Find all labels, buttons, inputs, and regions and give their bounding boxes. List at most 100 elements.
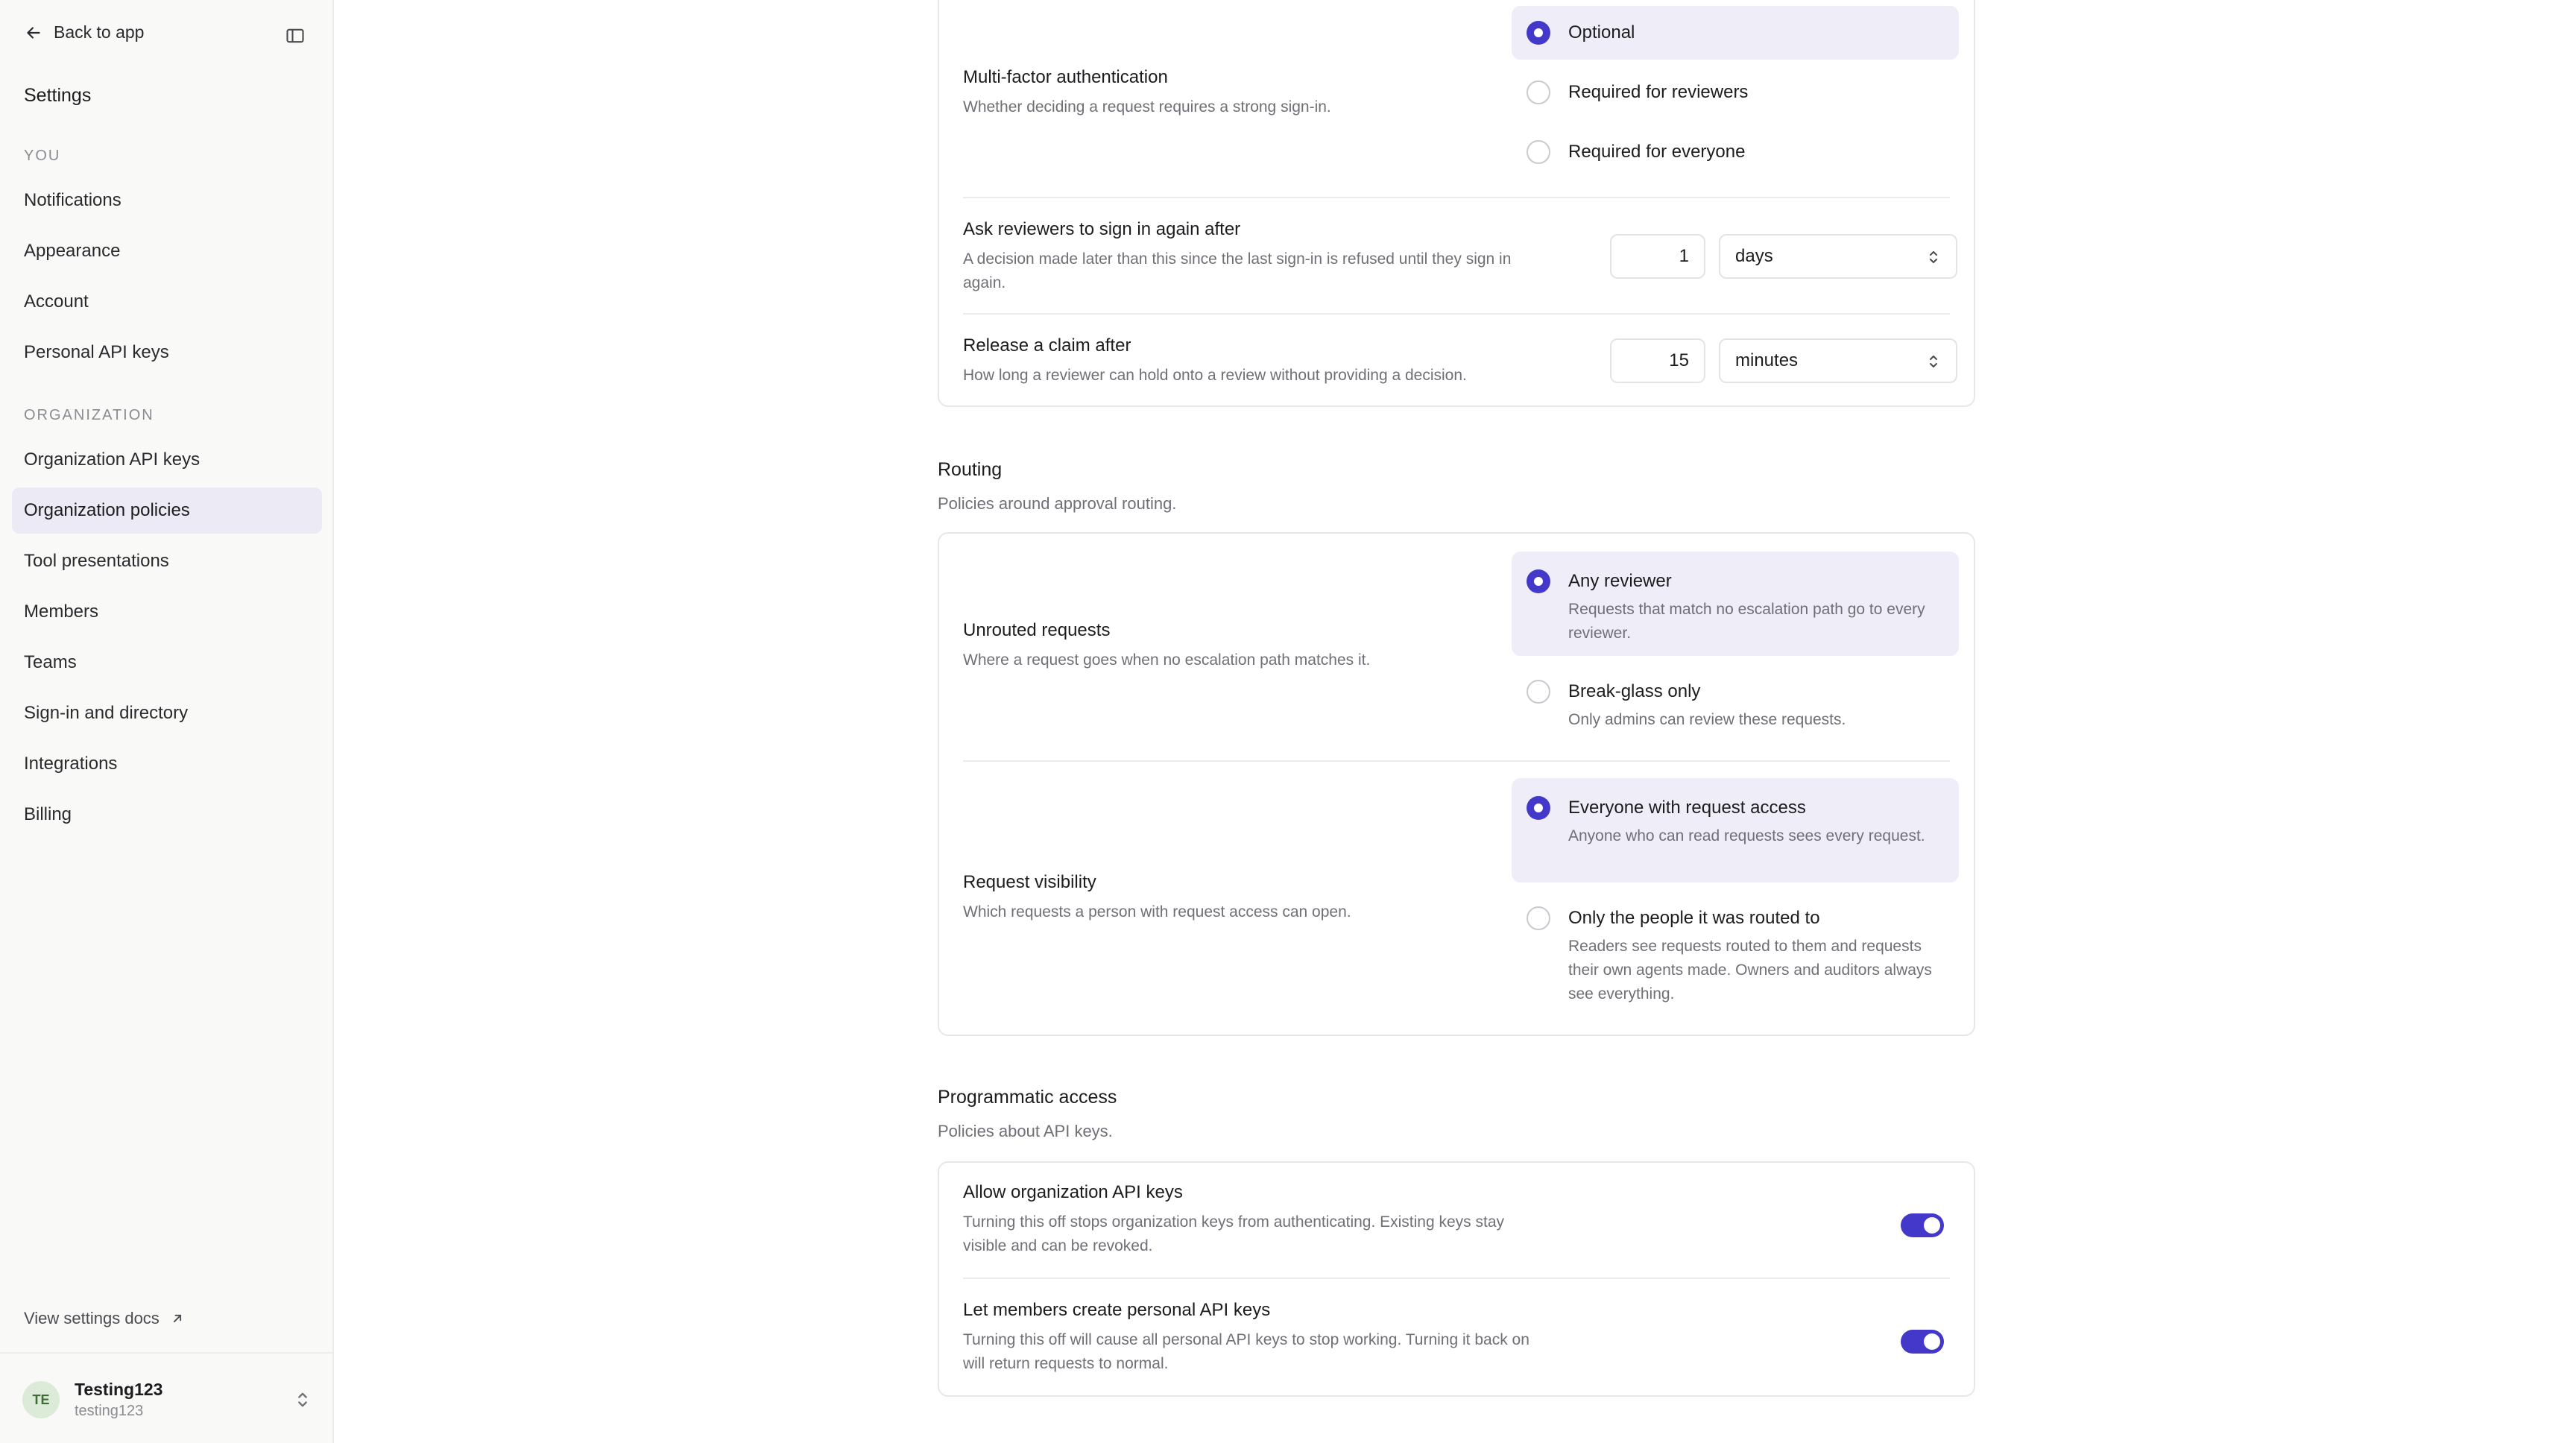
sidebar-divider [0,1352,332,1354]
routing-title: Routing [938,459,1003,480]
authentication-card: Multi-factor authentication Whether deci… [938,0,1975,407]
routing-card: Unrouted requests Where a request goes w… [938,532,1975,1036]
sidebar-item-label: Notifications [24,190,121,210]
sidebar-item-label: Tool presentations [24,551,169,571]
sidebar-item-tool-presentations[interactable]: Tool presentations [12,538,322,584]
programmatic-header: Programmatic access Policies about API k… [938,1087,1117,1141]
reauth-desc: A decision made later than this since th… [963,250,1512,291]
user-menu[interactable]: TE Testing123 testing123 [22,1376,313,1424]
user-handle: testing123 [75,1403,144,1419]
radio-selected [1527,796,1550,820]
org-keys-row: Allow organization API keys Turning this… [963,1182,1950,1258]
view-settings-docs-link[interactable]: View settings docs [24,1309,185,1328]
section-label-organization: ORGANIZATION [24,407,154,423]
reauth-unit-select[interactable]: days [1719,234,1957,279]
claim-desc: How long a reviewer can hold onto a revi… [963,367,1467,384]
unrouted-option-break-glass[interactable]: Break-glass only Only admins can review … [1512,662,1959,744]
programmatic-title: Programmatic access [938,1087,1117,1108]
radio-unselected [1527,80,1550,104]
row-divider [963,760,1950,762]
visibility-option-routed-only[interactable]: Only the people it was routed to Readers… [1512,888,1959,1023]
option-label: Required for reviewers [1568,82,1749,102]
policies-main: Multi-factor authentication Whether deci… [335,0,2576,1443]
radio-selected [1527,21,1550,45]
option-label: Break-glass only [1568,681,1701,701]
sidebar-item-label: Personal API keys [24,342,169,362]
org-keys-label: Allow organization API keys [963,1182,1183,1202]
select-value: minutes [1735,350,1799,370]
sidebar-item-label: Members [24,601,99,622]
sidebar-item-label: Organization policies [24,500,190,520]
sidebar-item-organization-policies[interactable]: Organization policies [12,487,322,534]
option-label: Only the people it was routed to [1568,908,1820,928]
row-divider [963,1278,1950,1279]
option-label: Any reviewer [1568,571,1672,591]
sidebar-item-appearance[interactable]: Appearance [12,228,322,274]
sidebar-item-organization-api-keys[interactable]: Organization API keys [12,437,322,483]
unrouted-option-any-reviewer[interactable]: Any reviewer Requests that match no esca… [1512,552,1959,656]
nav-organization: Organization API keys Organization polic… [12,437,322,842]
mfa-desc: Whether deciding a request requires a st… [963,98,1331,116]
sidebar-item-label: Integrations [24,754,118,774]
chevron-up-down-icon [1930,251,1937,263]
routing-desc: Policies around approval routing. [938,494,1177,513]
external-link-icon [173,1314,181,1323]
option-label: Optional [1568,22,1635,42]
option-label: Everyone with request access [1568,798,1806,818]
org-keys-desc: Turning this off stops organization keys… [963,1213,1505,1254]
claim-value-input[interactable] [1610,338,1705,383]
back-to-app-link[interactable]: Back to app [24,22,144,42]
option-desc: Only admins can review these requests. [1568,711,1846,728]
docs-link-label: View settings docs [24,1309,160,1327]
reauth-value-input[interactable] [1610,234,1705,279]
org-keys-toggle[interactable] [1901,1213,1944,1237]
sidebar-item-label: Appearance [24,241,121,261]
sidebar-item-members[interactable]: Members [12,589,322,635]
avatar: TE [22,1381,60,1418]
settings-sidebar: Back to app Settings YOU Notifications A… [0,0,334,1443]
row-divider [963,197,1950,198]
sidebar-item-label: Billing [24,804,72,824]
sidebar-item-label: Teams [24,652,77,672]
option-desc: Requests that match no escalation path g… [1568,601,1925,642]
sidebar-item-label: Organization API keys [24,449,201,470]
personal-keys-toggle[interactable] [1901,1330,1944,1354]
sidebar-item-billing[interactable]: Billing [12,792,322,838]
radio-selected [1527,569,1550,593]
sidebar-item-notifications[interactable]: Notifications [12,177,322,224]
sidebar-title: Settings [24,85,92,106]
sidebar-item-label: Account [24,291,89,312]
row-divider [963,313,1950,315]
personal-keys-desc: Turning this off will cause all personal… [963,1331,1530,1372]
arrow-left-icon [27,26,40,39]
sidebar-toggle-button[interactable] [283,24,307,48]
option-desc: Anyone who can read requests sees every … [1568,827,1925,844]
visibility-desc: Which requests a person with request acc… [963,903,1351,921]
personal-keys-row: Let members create personal API keys Tur… [963,1300,1950,1376]
sidebar-item-integrations[interactable]: Integrations [12,741,322,787]
radio-unselected [1527,906,1550,930]
sidebar-item-label: Sign-in and directory [24,703,189,723]
routing-header: Routing Policies around approval routing… [938,459,1176,514]
sidebar-item-sign-in-and-directory[interactable]: Sign-in and directory [12,690,322,736]
chevron-up-down-icon [1930,356,1937,367]
section-label-you: YOU [24,148,61,164]
programmatic-desc: Policies about API keys. [938,1122,1113,1140]
option-desc: Readers see requests routed to them and … [1568,938,1932,1002]
claim-unit-select[interactable]: minutes [1719,338,1957,383]
radio-unselected [1527,140,1550,164]
sidebar-item-personal-api-keys[interactable]: Personal API keys [12,329,322,376]
nav-you: Notifications Appearance Account Persona… [12,177,322,380]
select-value: days [1735,246,1773,266]
sidebar-item-account[interactable]: Account [12,279,322,325]
sidebar-panel-icon [286,28,304,43]
mfa-option-optional[interactable]: Optional [1512,6,1959,60]
personal-keys-label: Let members create personal API keys [963,1300,1271,1320]
radio-unselected [1527,680,1550,704]
user-name: Testing123 [75,1380,163,1399]
programmatic-card: Allow organization API keys Turning this… [938,1161,1975,1397]
mfa-option-required-reviewers[interactable]: Required for reviewers [1512,66,1959,119]
mfa-option-required-everyone[interactable]: Required for everyone [1512,125,1959,179]
visibility-option-everyone[interactable]: Everyone with request access Anyone who … [1512,778,1959,882]
sidebar-item-teams[interactable]: Teams [12,640,322,686]
